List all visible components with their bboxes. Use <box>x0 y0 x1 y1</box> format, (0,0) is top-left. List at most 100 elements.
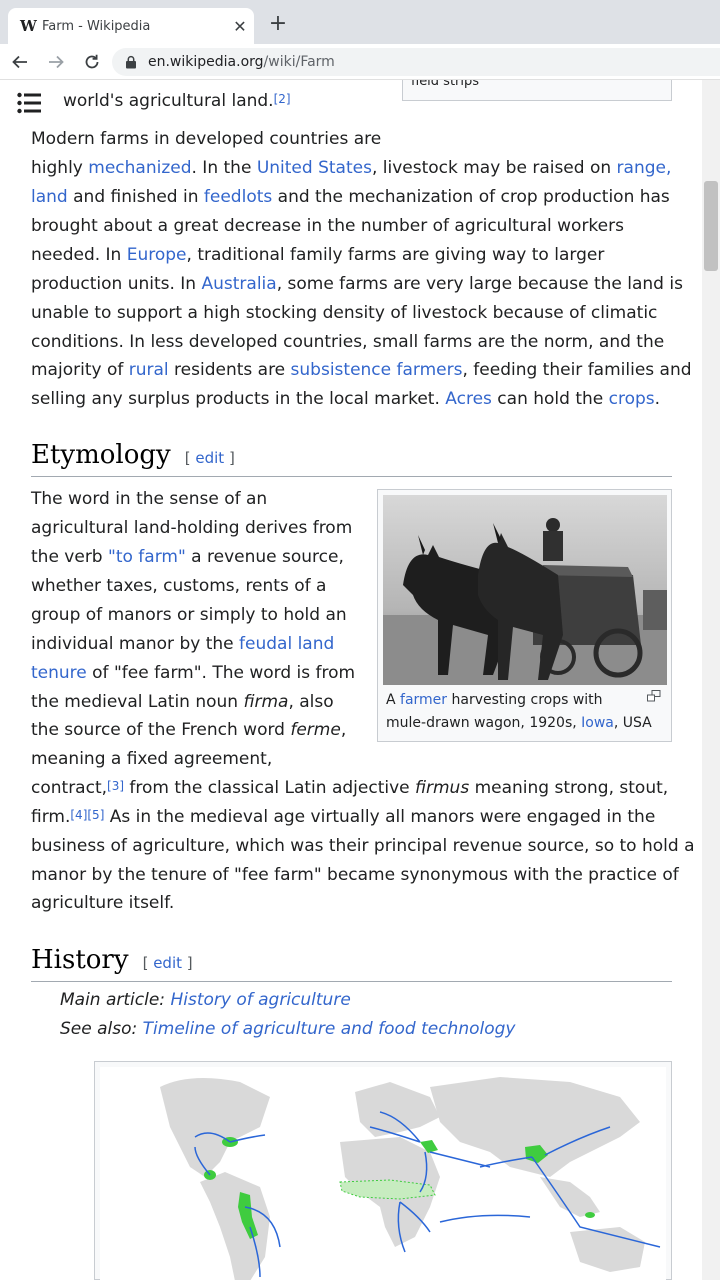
italic-term: firmus <box>415 778 470 798</box>
edit-link[interactable]: edit <box>195 449 224 467</box>
text: , some farms are very large because the … <box>276 274 683 294</box>
link-united-states[interactable]: United States <box>257 158 372 178</box>
ety-line-8: the medieval Latin noun firma, also <box>31 688 334 717</box>
photo-mule-wagon[interactable] <box>383 495 667 685</box>
ety-line-15: agriculture itself. <box>31 889 174 918</box>
forward-icon[interactable] <box>40 46 72 78</box>
bracket: [ <box>142 954 154 972</box>
scrollbar-thumb[interactable] <box>704 181 718 271</box>
url-domain: en.wikipedia.org <box>148 54 264 70</box>
hatnote-label: See also: <box>60 1019 143 1039</box>
link-crops[interactable]: crops <box>609 389 655 409</box>
intro-line-6: production units. In Australia, some far… <box>31 270 683 299</box>
text: the medieval Latin noun <box>31 692 244 712</box>
text: a revenue source, <box>185 547 344 567</box>
text: meaning strong, stout, <box>469 778 669 798</box>
text: , USA <box>613 715 652 731</box>
link-iowa[interactable]: Iowa <box>581 715 614 731</box>
text: . In the <box>191 158 257 178</box>
ety-line-11: contract,[3] from the classical Latin ad… <box>31 774 668 803</box>
link-rural[interactable]: rural <box>129 360 169 380</box>
figure-caption: A farmer harvesting crops with mule-drawn… <box>386 689 666 735</box>
text: business of agriculture, which was their… <box>31 836 695 856</box>
ety-line-6: individual manor by the feudal land <box>31 630 334 659</box>
text: As in the medieval age virtually all man… <box>104 807 656 827</box>
edit-link[interactable]: edit <box>153 954 182 972</box>
reload-icon[interactable] <box>76 46 108 78</box>
text: conditions. In less developed countries,… <box>31 332 665 352</box>
intro-top-text: world's agricultural land. <box>63 91 274 111</box>
ref-2[interactable]: [2] <box>274 92 291 106</box>
text: production units. In <box>31 274 202 294</box>
ref-3[interactable]: [3] <box>107 779 124 793</box>
text: from the classical Latin adjective <box>124 778 416 798</box>
link-timeline-agriculture[interactable]: Timeline of agriculture and food technol… <box>143 1019 516 1039</box>
hatnote-label: Main article: <box>60 990 171 1010</box>
ety-line-5: group of manors or simply to hold an <box>31 601 347 630</box>
text: , <box>340 720 347 740</box>
text: and the mechanization of crop production… <box>272 187 670 207</box>
infobox-partial: field strips <box>402 80 672 101</box>
text: can hold the <box>491 389 609 409</box>
bracket: ] <box>182 954 193 972</box>
link-farmer[interactable]: farmer <box>400 692 447 708</box>
intro-line-4: brought about a great decrease in the nu… <box>31 212 624 241</box>
close-tab-icon[interactable]: ✕ <box>226 17 254 36</box>
text: meaning a fixed agreement, <box>31 749 273 769</box>
text: agricultural land-holding derives from <box>31 518 353 538</box>
browser-tab[interactable]: W Farm - Wikipedia ✕ <box>8 8 254 44</box>
link-australia[interactable]: Australia <box>201 274 276 294</box>
link-feedlots[interactable]: feedlots <box>204 187 272 207</box>
text: residents are <box>168 360 291 380</box>
ety-line-10: meaning a fixed agreement, <box>31 745 272 774</box>
text: manor by the tenure of "fee farm" became… <box>31 865 679 885</box>
link-history-of-agriculture[interactable]: History of agriculture <box>170 990 350 1010</box>
section-heading-etymology: Etymology [ edit ] <box>31 435 672 477</box>
hatnote-main-article: Main article: History of agriculture <box>60 990 351 1010</box>
italic-term: firma <box>243 692 289 712</box>
ety-line-9: the source of the French word ferme, <box>31 716 346 745</box>
link-rangeland[interactable]: range, <box>617 158 672 178</box>
link-feudal-land-tenure-2[interactable]: tenure <box>31 663 87 683</box>
figure-agriculture-origins-map <box>94 1061 672 1280</box>
link-subsistence-farmers[interactable]: subsistence farmers <box>291 360 463 380</box>
text: . <box>654 389 661 409</box>
link-to-farm[interactable]: "to farm" <box>108 547 186 567</box>
new-tab-icon[interactable]: + <box>264 10 292 38</box>
text: group of manors or simply to hold an <box>31 605 347 625</box>
intro-line-2: highly mechanized. In the United States,… <box>31 154 671 183</box>
intro-line-7: unable to support a high stocking densit… <box>31 299 657 328</box>
text: Modern farms in developed countries are <box>31 129 382 149</box>
ref-4-5[interactable]: [4][5] <box>70 808 104 822</box>
text: majority of <box>31 360 129 380</box>
infobox-caption: field strips <box>411 80 480 89</box>
text: contract, <box>31 778 108 798</box>
hatnote-see-also: See also: Timeline of agriculture and fo… <box>60 1019 515 1039</box>
text: unable to support a high stocking densit… <box>31 303 658 323</box>
world-map-image[interactable] <box>100 1067 666 1280</box>
link-europe[interactable]: Europe <box>127 245 187 265</box>
text: individual manor by the <box>31 634 240 654</box>
intro-line-3: land and finished in feedlots and the me… <box>31 183 670 212</box>
link-feudal-land-tenure[interactable]: feudal land <box>239 634 334 654</box>
intro-line-1: Modern farms in developed countries are <box>31 125 381 154</box>
back-icon[interactable] <box>4 46 36 78</box>
link-acres[interactable]: Acres <box>445 389 492 409</box>
address-bar[interactable]: en.wikipedia.org/wiki/Farm <box>112 48 720 76</box>
enlarge-icon[interactable] <box>647 690 661 702</box>
link-mechanized[interactable]: mechanized <box>88 158 191 178</box>
ety-line-4: whether taxes, customs, rents of a <box>31 572 326 601</box>
ety-line-12: firm.[4][5] As in the medieval age virtu… <box>31 803 655 832</box>
intro-line-5: needed. In Europe, traditional family fa… <box>31 241 604 270</box>
intro-top-line: world's agricultural land.[2] <box>63 87 291 116</box>
text: , livestock may be raised on <box>371 158 617 178</box>
tab-strip: W Farm - Wikipedia ✕ + <box>0 0 720 44</box>
link-rangeland-2[interactable]: land <box>31 187 68 207</box>
bracket: ] <box>224 449 235 467</box>
ety-line-7: tenure of "fee farm". The word is from <box>31 659 355 688</box>
hamburger-menu-icon[interactable] <box>17 92 41 114</box>
intro-line-8: conditions. In less developed countries,… <box>31 328 664 357</box>
text: agriculture itself. <box>31 893 175 913</box>
text: mule-drawn wagon, 1920s, <box>386 715 582 731</box>
heading-text: History <box>31 945 129 975</box>
